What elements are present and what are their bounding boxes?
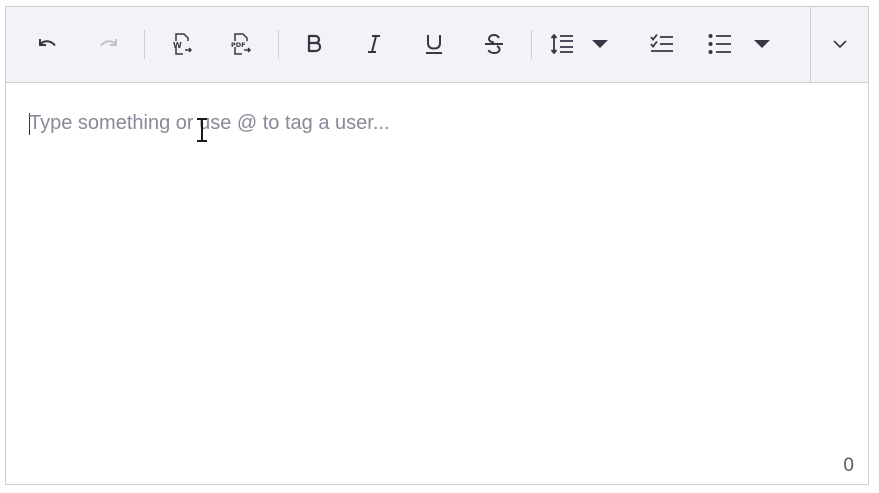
text-cursor-icon	[197, 118, 207, 142]
caret-down-icon	[592, 39, 608, 48]
import-word-button[interactable]: W	[164, 26, 200, 62]
svg-text:W: W	[173, 41, 182, 50]
checklist-button[interactable]	[644, 26, 680, 62]
svg-text:PDF: PDF	[231, 41, 246, 49]
toolbar: W PDF	[6, 7, 868, 83]
redo-button[interactable]	[90, 26, 126, 62]
strikethrough-button[interactable]	[476, 26, 512, 62]
import-word-icon: W	[173, 33, 193, 55]
italic-button[interactable]	[356, 26, 392, 62]
export-pdf-icon: PDF	[231, 33, 252, 55]
character-count: 0	[843, 455, 854, 476]
editor-placeholder: Type something or use @ to tag a user...	[29, 112, 390, 134]
toolbar-separator	[144, 30, 145, 59]
caret-down-icon	[754, 39, 770, 48]
toolbar-separator	[810, 7, 811, 82]
bulleted-list-button[interactable]	[708, 26, 784, 62]
toolbar-separator	[278, 30, 279, 59]
editor-content-area[interactable]: Type something or use @ to tag a user...…	[6, 83, 868, 484]
undo-button[interactable]	[30, 26, 66, 62]
chevron-down-icon	[833, 39, 847, 48]
underline-button[interactable]	[416, 26, 452, 62]
underline-icon	[426, 35, 442, 54]
strikethrough-icon	[485, 33, 503, 55]
toolbar-separator	[531, 30, 532, 59]
bold-button[interactable]	[296, 26, 332, 62]
redo-icon	[100, 39, 117, 47]
line-height-button[interactable]	[550, 26, 616, 62]
checklist-icon	[650, 33, 673, 52]
bold-icon	[307, 34, 322, 53]
italic-icon	[368, 35, 380, 53]
more-tools-button[interactable]	[822, 26, 858, 62]
rich-text-editor: W PDF Type something or use @ to tag a u…	[5, 6, 869, 485]
export-pdf-button[interactable]: PDF	[224, 26, 260, 62]
undo-icon	[39, 39, 56, 47]
line-height-icon	[550, 33, 573, 55]
bulleted-list-icon	[708, 34, 731, 54]
